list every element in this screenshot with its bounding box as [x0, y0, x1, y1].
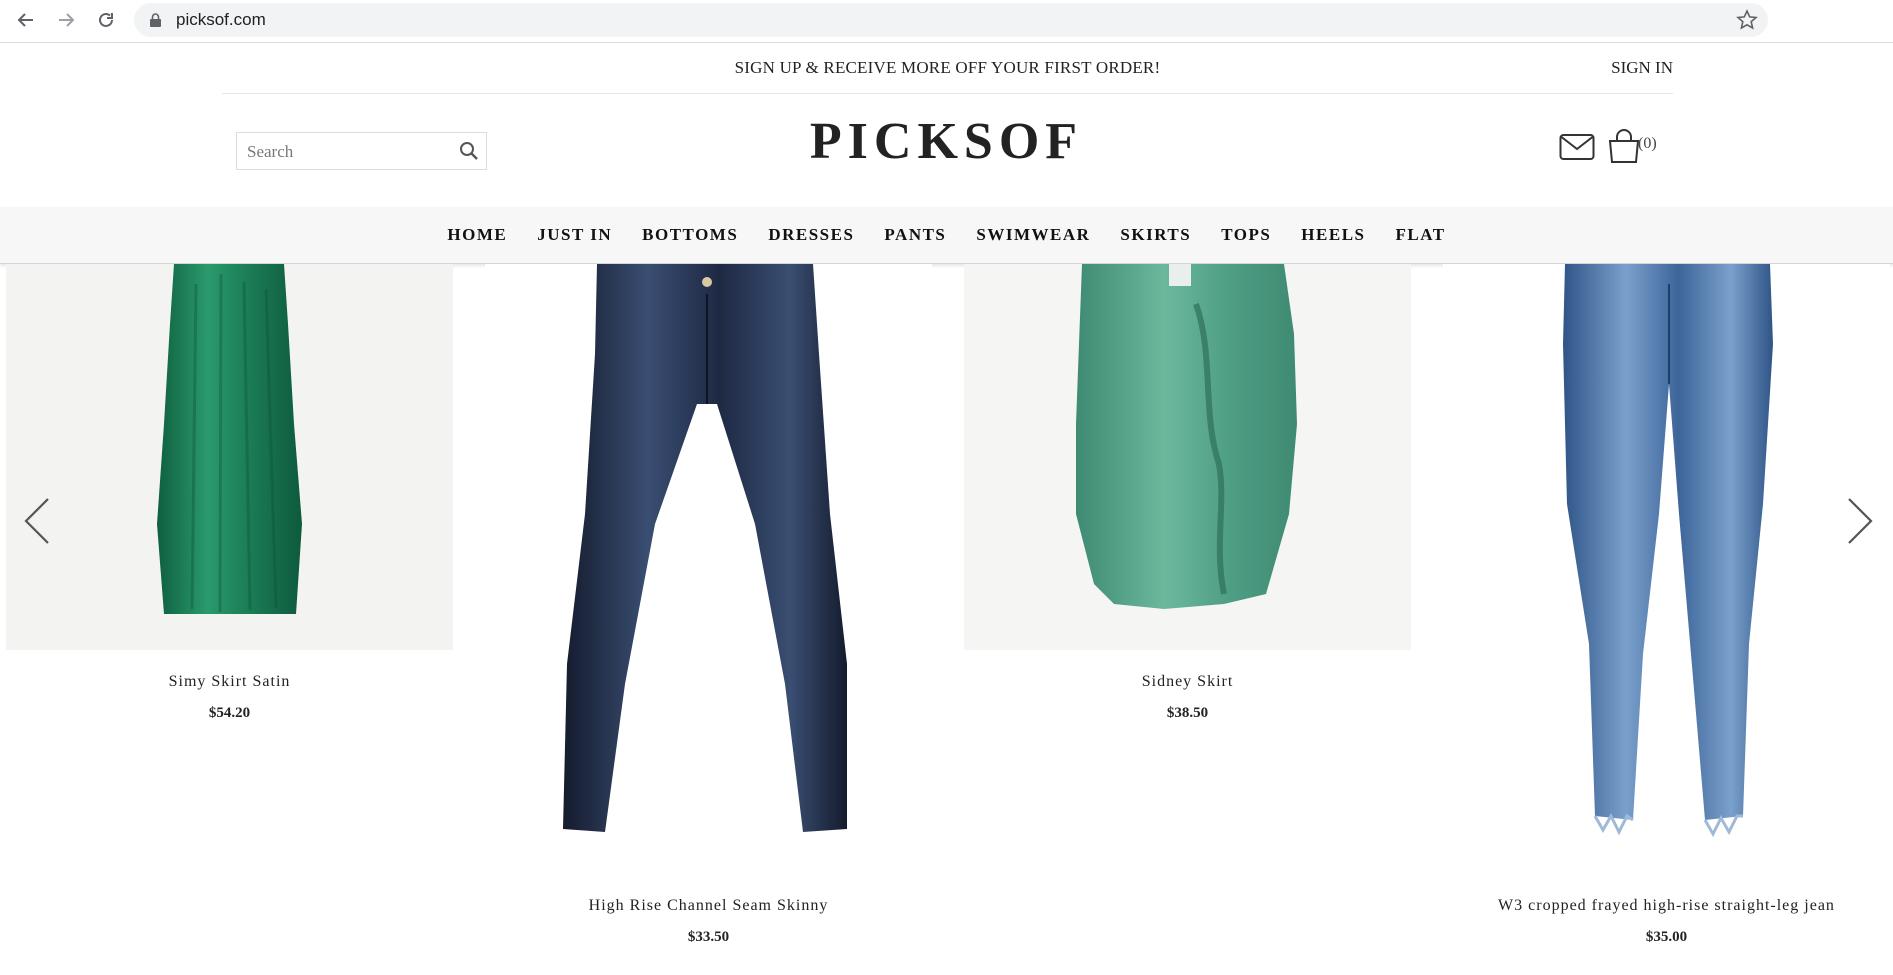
url-text: picksof.com [176, 10, 266, 29]
arrow-left-icon [17, 13, 33, 27]
sign-in-link[interactable]: SIGN IN [1611, 58, 1673, 78]
nav-item-pants[interactable]: PANTS [884, 225, 946, 245]
reload-button[interactable] [93, 7, 119, 33]
product-price: $38.50 [1166, 705, 1209, 721]
forward-button[interactable] [53, 7, 79, 33]
nav-item-home[interactable]: HOME [447, 225, 507, 245]
product-image[interactable] [1443, 264, 1890, 844]
chevron-right-icon[interactable] [1845, 496, 1875, 546]
reload-icon [99, 12, 113, 27]
product-price: $33.50 [687, 929, 730, 945]
nav-item-skirts[interactable]: SKIRTS [1120, 225, 1191, 245]
nav-item-heels[interactable]: HEELS [1301, 225, 1365, 245]
product-price: $54.20 [208, 705, 251, 721]
nav-item-just-in[interactable]: JUST IN [537, 225, 612, 245]
chevron-left-icon[interactable] [22, 496, 52, 546]
lock-icon [150, 13, 161, 27]
main-navigation: HOME JUST IN BOTTOMS DRESSES PANTS SWIMW… [0, 207, 1893, 264]
product-price: $35.00 [1645, 929, 1688, 945]
arrow-right-icon [59, 13, 75, 27]
nav-item-swimwear[interactable]: SWIMWEAR [976, 225, 1090, 245]
browser-toolbar: picksof.com [0, 0, 1893, 43]
back-button[interactable] [13, 7, 39, 33]
promo-bar: SIGN UP & RECEIVE MORE OFF YOUR FIRST OR… [222, 43, 1673, 94]
product-image[interactable] [485, 264, 932, 844]
product-name[interactable]: Simy Skirt Satin [6, 673, 453, 691]
product-name[interactable]: High Rise Channel Seam Skinny [485, 897, 932, 915]
shopping-bag-icon[interactable] [1607, 128, 1641, 164]
nav-item-dresses[interactable]: DRESSES [768, 225, 854, 245]
product-image[interactable] [964, 264, 1411, 650]
nav-item-tops[interactable]: TOPS [1221, 225, 1271, 245]
product-name[interactable]: Sidney Skirt [964, 673, 1411, 691]
product-image[interactable] [6, 264, 453, 650]
nav-item-bottoms[interactable]: BOTTOMS [642, 225, 738, 245]
promo-text[interactable]: SIGN UP & RECEIVE MORE OFF YOUR FIRST OR… [222, 58, 1673, 78]
address-bar[interactable]: picksof.com [134, 3, 1768, 37]
cart-count[interactable]: (0) [1638, 135, 1657, 153]
star-icon[interactable] [1736, 9, 1758, 31]
nav-item-flat[interactable]: FLAT [1396, 225, 1446, 245]
product-name[interactable]: W3 cropped frayed high-rise straight-leg… [1443, 897, 1890, 915]
mail-icon[interactable] [1559, 133, 1595, 161]
